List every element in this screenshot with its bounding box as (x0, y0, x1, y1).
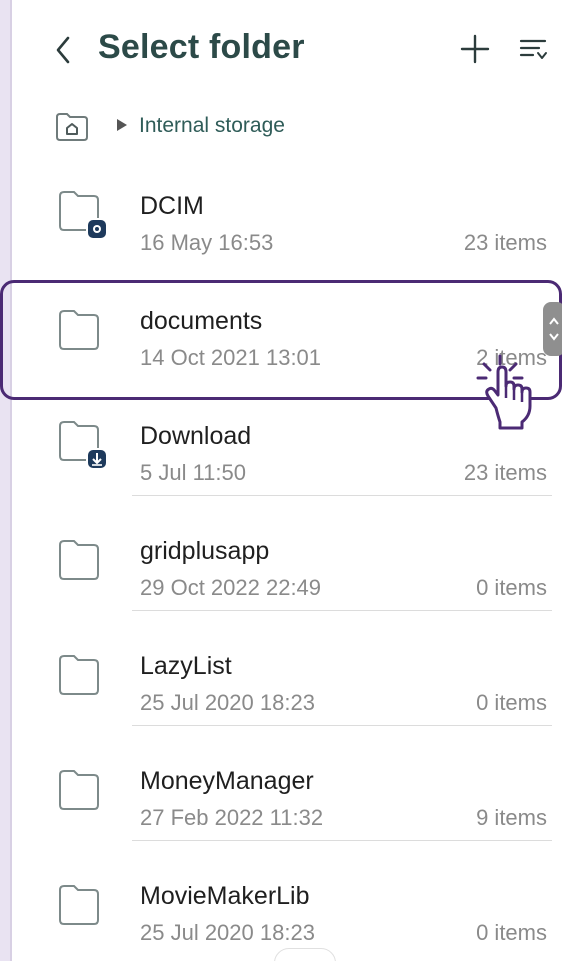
gesture-handle (274, 948, 336, 961)
folder-item-count: 0 items (476, 690, 547, 715)
sort-button[interactable] (518, 34, 548, 64)
triangle-right-icon (116, 118, 128, 132)
folder-date: 14 Oct 2021 13:01 (140, 345, 322, 370)
folder-date: 25 Jul 2020 18:23 (140, 920, 315, 945)
folder-item-count: 9 items (476, 805, 547, 830)
scroll-arrows-icon (549, 317, 559, 341)
folder-item-count: 0 items (476, 920, 547, 945)
folder-item-count: 23 items (463, 230, 547, 255)
plus-icon (460, 34, 490, 64)
folder-item-count: 0 items (476, 575, 547, 600)
folder-row-dcim[interactable]: DCIM 16 May 16:53 23 items (12, 150, 562, 265)
hand-pointer-cursor-icon (470, 350, 542, 430)
folder-row-moviemakerlib[interactable]: MovieMakerLib 25 Jul 2020 18:23 0 items (12, 840, 562, 955)
folder-name: MoneyManager (140, 767, 314, 795)
folder-icon (54, 761, 110, 817)
file-picker-screen: Select folder Internal storage DCIM 16 M… (10, 0, 562, 961)
row-divider (132, 725, 552, 726)
folder-name: LazyList (140, 652, 232, 680)
folder-name: MovieMakerLib (140, 882, 310, 910)
row-divider (132, 610, 552, 611)
folder-icon (54, 186, 110, 242)
row-divider (132, 495, 552, 496)
folder-date: 29 Oct 2022 22:49 (140, 575, 322, 600)
create-folder-button[interactable] (458, 32, 492, 66)
folder-icon (54, 646, 110, 702)
folder-date: 5 Jul 11:50 (140, 460, 247, 485)
folder-date: 16 May 16:53 (140, 230, 274, 255)
folder-row-moneymanager[interactable]: MoneyManager 27 Feb 2022 11:32 9 items (12, 725, 562, 840)
folder-name: Download (140, 422, 252, 450)
row-divider (132, 840, 552, 841)
back-button[interactable] (46, 30, 82, 70)
folder-row-lazylist[interactable]: LazyList 25 Jul 2020 18:23 0 items (12, 610, 562, 725)
page-title: Select folder (98, 28, 305, 66)
folder-icon (54, 416, 110, 472)
folder-name: gridplusapp (140, 537, 270, 565)
folder-icon (54, 531, 110, 587)
folder-date: 27 Feb 2022 11:32 (140, 805, 324, 830)
folder-icon (54, 301, 110, 357)
folder-name: DCIM (140, 192, 204, 220)
app-bar: Select folder (12, 0, 562, 100)
home-folder-icon[interactable] (54, 112, 90, 142)
folder-date: 25 Jul 2020 18:23 (140, 690, 315, 715)
chevron-left-icon (56, 36, 70, 64)
breadcrumb: Internal storage (12, 106, 562, 146)
folder-name: documents (140, 307, 263, 335)
folder-row-gridplusapp[interactable]: gridplusapp 29 Oct 2022 22:49 0 items (12, 495, 562, 610)
scrollbar-handle[interactable] (543, 302, 562, 356)
sort-list-icon (519, 39, 547, 59)
breadcrumb-item-internal-storage[interactable]: Internal storage (139, 114, 285, 138)
folder-icon (54, 876, 110, 932)
folder-item-count: 23 items (463, 460, 547, 485)
